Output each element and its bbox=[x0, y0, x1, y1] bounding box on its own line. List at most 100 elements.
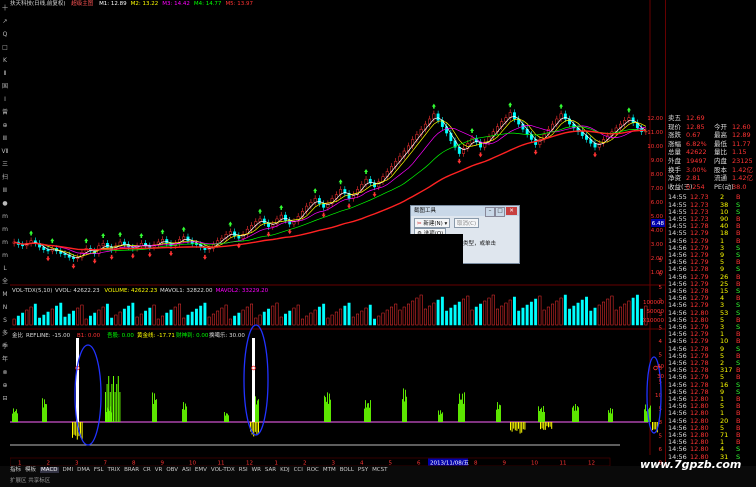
price-axis-label: 3.00 bbox=[651, 242, 664, 248]
candle-body bbox=[437, 114, 439, 120]
toolbar-tool-button[interactable]: ⊕ bbox=[1, 121, 9, 130]
toolbar-tool-button[interactable]: 多 bbox=[1, 329, 9, 338]
indicator-green-bar bbox=[110, 392, 111, 422]
tab-fsl[interactable]: FSL bbox=[94, 467, 104, 473]
toolbar-tool-button[interactable]: M bbox=[1, 290, 9, 299]
price-axis-label: 10.00 bbox=[647, 144, 663, 150]
volume-bar bbox=[471, 310, 473, 325]
volume-bar bbox=[607, 299, 609, 325]
toolbar-tool-button[interactable]: □ bbox=[1, 43, 9, 52]
ma-legend-item: M1: 12.89 bbox=[99, 1, 127, 7]
toolbar-tool-button[interactable]: 扫 bbox=[1, 173, 9, 182]
toolbar-tool-button[interactable]: 国 bbox=[1, 82, 9, 91]
tab-boll[interactable]: BOLL bbox=[340, 467, 354, 473]
tab-cci[interactable]: CCI bbox=[294, 467, 303, 473]
indicator-green-bar bbox=[13, 408, 14, 422]
tab-cr[interactable]: CR bbox=[143, 467, 151, 473]
toolbar-tool-button[interactable]: Q bbox=[1, 30, 9, 39]
tab-emv[interactable]: EMV bbox=[195, 467, 207, 473]
volume-bar bbox=[395, 304, 397, 325]
dialog-minimize-button[interactable]: – bbox=[485, 207, 495, 217]
toolbar-tool-button[interactable]: K bbox=[1, 56, 9, 65]
volume-bar bbox=[233, 316, 235, 325]
toolbar-tool-button[interactable]: Ⅱ bbox=[1, 69, 9, 78]
toolbar-tool-button[interactable]: 十 bbox=[1, 4, 9, 13]
tab--[interactable]: 指标 bbox=[10, 467, 21, 473]
toolbar-tool-button[interactable]: ⊟ bbox=[1, 394, 9, 403]
toolbar-tool-button[interactable]: S bbox=[1, 316, 9, 325]
dialog-maximize-button[interactable]: □ bbox=[495, 207, 505, 217]
quote-stat-row: 卖五 12.69 bbox=[668, 114, 756, 122]
tab-kdj[interactable]: KDJ bbox=[280, 467, 289, 473]
new-snip-button[interactable]: ✂ 新建(N) ▾ bbox=[414, 218, 450, 228]
toolbar-tool-button[interactable]: 曾 bbox=[1, 108, 9, 117]
toolbar-tool-button[interactable]: 全 bbox=[1, 277, 9, 286]
indicator-green-bar bbox=[497, 402, 498, 422]
tab-brar[interactable]: BRAR bbox=[124, 467, 139, 473]
volume-bar bbox=[534, 299, 536, 325]
indicator-axis-label: 40 bbox=[657, 364, 664, 370]
tab-dma[interactable]: DMA bbox=[77, 467, 90, 473]
toolbar-tool-button[interactable]: 季 bbox=[1, 342, 9, 351]
tab-rsi[interactable]: RSI bbox=[239, 467, 248, 473]
volume-bar bbox=[225, 305, 227, 325]
volume-bar bbox=[331, 315, 333, 325]
sub-axis-label: 5 bbox=[659, 353, 663, 359]
candle-body bbox=[229, 232, 231, 235]
indicator-green-bar bbox=[365, 400, 366, 422]
tab-mcst[interactable]: MCST bbox=[372, 467, 387, 473]
quote-stat-row: 收益(三) 0.254 PE(动) 38.0 bbox=[668, 183, 756, 191]
indicator-yellow-bar bbox=[72, 422, 73, 438]
tab-roc[interactable]: ROC bbox=[307, 467, 319, 473]
cancel-snip-button[interactable]: 取消(C) bbox=[454, 218, 479, 228]
tab-vr[interactable]: VR bbox=[155, 467, 163, 473]
toolbar-tool-button[interactable]: 年 bbox=[1, 355, 9, 364]
toolbar-tool-button[interactable]: Ⅲ bbox=[1, 186, 9, 195]
cancel-snip-label: 取消(C) bbox=[457, 221, 476, 227]
toolbar-tool-button[interactable]: m bbox=[1, 225, 9, 234]
indicator-green-bar bbox=[462, 394, 463, 422]
quote-stat-value: 12.89 bbox=[732, 131, 751, 139]
tab-asi[interactable]: ASI bbox=[182, 467, 191, 473]
tab-obv[interactable]: OBV bbox=[166, 467, 178, 473]
quote-stat-label: 外盘 bbox=[668, 157, 681, 165]
tab-sar[interactable]: SAR bbox=[265, 467, 276, 473]
volume-bar bbox=[598, 305, 600, 325]
toolbar-tool-button[interactable]: m bbox=[1, 212, 9, 221]
indicator-green-bar bbox=[118, 376, 119, 422]
tab-vol-tdx[interactable]: VOL-TDX bbox=[211, 467, 235, 473]
indicator-green-bar bbox=[327, 392, 328, 422]
toolbar-tool-button[interactable]: ⊕ bbox=[1, 381, 9, 390]
volume-bar bbox=[602, 302, 604, 325]
tab-wr[interactable]: WR bbox=[252, 467, 261, 473]
indicator-green-bar bbox=[406, 397, 407, 422]
volume-bar bbox=[161, 316, 163, 325]
toolbar-tool-button[interactable]: ⅤⅡ bbox=[1, 147, 9, 156]
volume-bar bbox=[556, 301, 558, 325]
volume-bar bbox=[573, 306, 575, 325]
toolbar-tool-button[interactable]: ● bbox=[1, 199, 9, 208]
toolbar-tool-button[interactable]: ⊗ bbox=[1, 368, 9, 377]
toolbar-tool-button[interactable]: N bbox=[1, 303, 9, 312]
dialog-close-button[interactable]: ✕ bbox=[506, 207, 517, 215]
tab-mtm[interactable]: MTM bbox=[323, 467, 336, 473]
indicator-green-bar bbox=[228, 415, 229, 422]
volume-axis-label: 50000 bbox=[647, 309, 665, 315]
toolbar-tool-button[interactable]: 三 bbox=[1, 160, 9, 169]
toolbar-tool-button[interactable]: ↗ bbox=[1, 17, 9, 26]
tab--[interactable]: 模板 bbox=[25, 467, 36, 473]
tab-macd[interactable]: MACD bbox=[40, 467, 59, 473]
toolbar-tool-button[interactable]: m bbox=[1, 238, 9, 247]
toolbar-tool-button[interactable]: L bbox=[1, 264, 9, 273]
main-indicator-name[interactable]: 超级主图 bbox=[71, 1, 93, 7]
volume-bar bbox=[119, 312, 121, 325]
toolbar-tool-button[interactable]: Ⅲ bbox=[1, 134, 9, 143]
toolbar-tool-button[interactable]: Ⅰ bbox=[1, 95, 9, 104]
tab-trix[interactable]: TRIX bbox=[108, 467, 121, 473]
toolbar-tool-button[interactable]: m bbox=[1, 251, 9, 260]
candle-body bbox=[598, 143, 600, 147]
volume-bar bbox=[284, 314, 286, 325]
tab-psy[interactable]: PSY bbox=[358, 467, 368, 473]
tab-dmi[interactable]: DMI bbox=[63, 467, 74, 473]
indicator-yellow-bar bbox=[258, 422, 259, 433]
